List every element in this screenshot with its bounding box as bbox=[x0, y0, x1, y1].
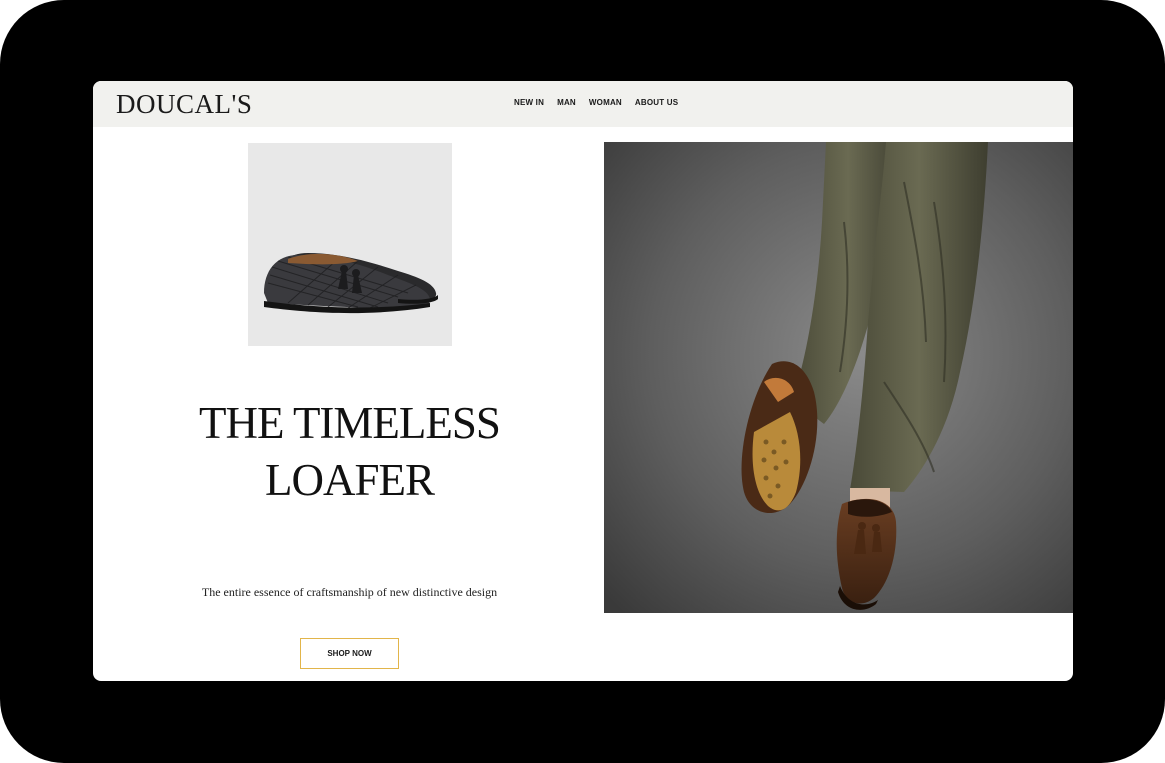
hero-tagline: The entire essence of craftsmanship of n… bbox=[201, 585, 498, 599]
shop-now-button[interactable]: SHOP NOW bbox=[300, 638, 399, 669]
main-nav: NEW IN MAN WOMAN ABOUT US bbox=[514, 98, 678, 107]
hero-title-line-2: LOAFER bbox=[264, 455, 435, 505]
hero-title: THE TIMELESS LOAFER bbox=[153, 395, 546, 509]
nav-item-new-in[interactable]: NEW IN bbox=[514, 98, 544, 107]
hero-photo bbox=[604, 142, 1073, 613]
nav-item-man[interactable]: MAN bbox=[557, 98, 576, 107]
nav-item-about-us[interactable]: ABOUT US bbox=[635, 98, 678, 107]
top-navbar: DOUCAL'S NEW IN MAN WOMAN ABOUT US bbox=[93, 81, 1073, 127]
hero-title-line-1: THE TIMELESS bbox=[199, 398, 501, 448]
nav-item-woman[interactable]: WOMAN bbox=[589, 98, 622, 107]
device-frame: DOUCAL'S NEW IN MAN WOMAN ABOUT US THE T… bbox=[0, 0, 1165, 763]
brand-logo[interactable]: DOUCAL'S bbox=[116, 89, 252, 120]
loafer-pair-image bbox=[264, 253, 438, 314]
browser-screen: DOUCAL'S NEW IN MAN WOMAN ABOUT US THE T… bbox=[93, 81, 1073, 681]
product-thumbnail[interactable] bbox=[248, 143, 452, 346]
hero-legs-loafers-image bbox=[604, 142, 1073, 613]
